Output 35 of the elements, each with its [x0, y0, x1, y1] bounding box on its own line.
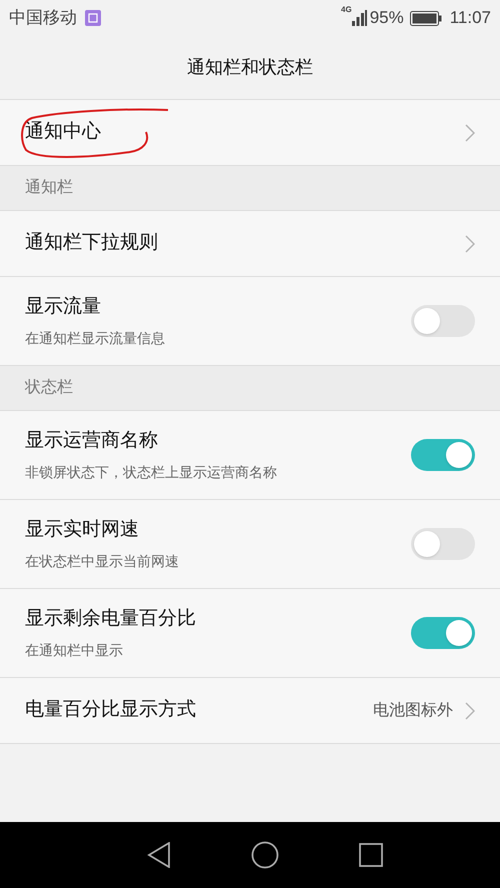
row-title: 显示运营商名称 — [25, 429, 159, 454]
network-type: 4G — [341, 4, 352, 16]
carrier-name: 中国移动 — [9, 7, 77, 30]
row-value: 电池图标外 — [373, 700, 453, 720]
row-title: 显示流量 — [25, 295, 102, 320]
row-title: 显示实时网速 — [25, 518, 140, 542]
settings-row[interactable]: 通知中心 — [0, 100, 500, 166]
row-subtitle: 在通知栏中显示 — [25, 640, 124, 660]
row-title: 通知栏下拉规则 — [25, 231, 159, 256]
row-subtitle: 在状态栏中显示当前网速 — [25, 552, 180, 571]
chevron-right-icon — [465, 702, 475, 720]
home-icon[interactable] — [251, 841, 279, 869]
recent-apps-icon[interactable] — [359, 843, 383, 867]
row-title: 电量百分比显示方式 — [25, 698, 197, 722]
toggle-switch[interactable] — [411, 617, 475, 649]
settings-row[interactable]: 电量百分比显示方式 电池图标外 — [0, 678, 500, 744]
row-title: 显示剩余电量百分比 — [25, 607, 197, 632]
signal-icon — [352, 10, 368, 26]
toggle-switch[interactable] — [411, 305, 475, 337]
toggle-switch[interactable] — [411, 439, 475, 471]
row-title: 通知中心 — [25, 120, 102, 144]
toggle-switch[interactable] — [411, 528, 475, 560]
settings-row[interactable]: 通知栏下拉规则 — [0, 211, 500, 277]
section-header: 通知栏 — [0, 166, 500, 211]
gallery-icon — [85, 10, 101, 26]
battery-percent: 95% — [370, 7, 404, 30]
clock-time: 11:07 — [450, 7, 491, 30]
chevron-right-icon — [465, 234, 475, 252]
battery-icon — [410, 10, 442, 26]
page-title: 通知栏和状态栏 — [187, 56, 313, 79]
back-icon[interactable] — [147, 842, 171, 868]
chevron-right-icon — [465, 124, 475, 142]
row-subtitle: 在通知栏显示流量信息 — [25, 328, 166, 348]
row-subtitle: 非锁屏状态下，状态栏上显示运营商名称 — [25, 462, 278, 482]
section-header: 状态栏 — [0, 366, 500, 411]
